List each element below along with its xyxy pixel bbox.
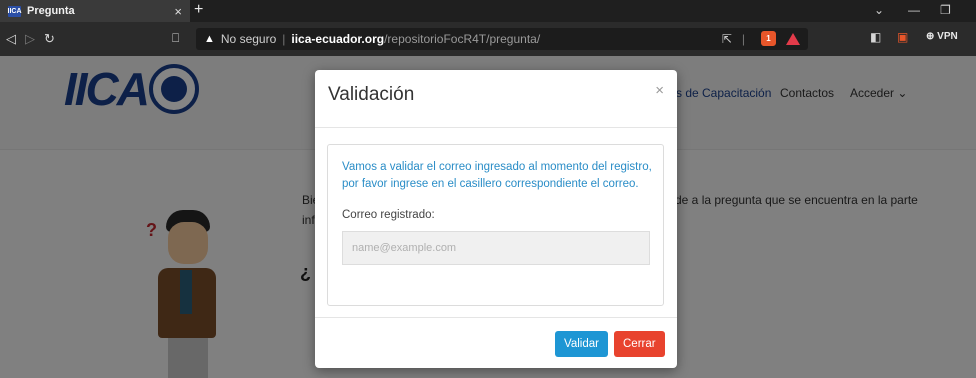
forward-icon[interactable]: ▷ <box>25 31 35 47</box>
sidebar-toggle-icon[interactable]: ◧ <box>870 30 881 44</box>
browser-tab-active[interactable]: IICA Pregunta × <box>0 0 190 22</box>
address-bar-actions: ⇱ | 1 <box>722 31 800 46</box>
page-viewport: IICA s de Capacitación Contactos Acceder… <box>0 56 976 378</box>
warning-triangle-icon: ▲ <box>204 33 215 45</box>
not-secure-label[interactable]: No seguro <box>221 32 276 46</box>
brave-shields-icon[interactable]: 1 <box>761 31 776 46</box>
restore-window-icon[interactable]: ❐ <box>940 3 951 17</box>
tab-strip: IICA Pregunta × + ⌄ — ❐ <box>0 0 976 22</box>
address-separator: | <box>282 32 286 46</box>
back-icon[interactable]: ◁ <box>6 31 16 47</box>
vpn-button[interactable]: ⊕ VPN <box>926 31 958 42</box>
browser-toolbar: ◁ ▷ ↻ ⎕ ▲ No seguro | iica-ecuador.org /… <box>0 22 976 56</box>
email-field-label: Correo registrado: <box>342 209 435 221</box>
tab-search-chevron-icon[interactable]: ⌄ <box>874 3 884 17</box>
iica-favicon-icon: IICA <box>7 5 22 17</box>
bookmark-icon[interactable]: ⎕ <box>172 31 179 46</box>
tab-close-icon[interactable]: × <box>174 4 182 19</box>
url-host[interactable]: iica-ecuador.org <box>291 32 384 46</box>
validation-message: Vamos a validar el correo ingresado al m… <box>342 161 652 190</box>
new-tab-plus-icon[interactable]: + <box>194 2 203 18</box>
minimize-window-icon[interactable]: — <box>908 3 920 17</box>
modal-footer: Validar Cerrar <box>315 317 677 368</box>
close-button[interactable]: Cerrar <box>614 331 665 357</box>
wallet-icon[interactable]: ▣ <box>897 30 908 44</box>
modal-body: Vamos a validar el correo ingresado al m… <box>327 144 664 306</box>
validate-button[interactable]: Validar <box>555 331 608 357</box>
modal-title: Validación <box>328 84 415 105</box>
modal-header: Validación × <box>315 70 677 128</box>
vpn-label: VPN <box>937 31 958 42</box>
url-path[interactable]: /repositorioFocR4T/pregunta/ <box>384 32 540 46</box>
address-actions-separator: | <box>741 31 745 46</box>
share-icon[interactable]: ⇱ <box>722 32 732 46</box>
email-field[interactable] <box>342 231 650 265</box>
reload-icon[interactable]: ↻ <box>44 31 55 47</box>
address-bar[interactable]: ▲ No seguro | iica-ecuador.org /reposito… <box>196 28 808 50</box>
modal-close-icon[interactable]: × <box>655 82 664 99</box>
tab-title: Pregunta <box>27 5 75 17</box>
brave-rewards-icon[interactable] <box>786 32 800 45</box>
validation-modal: Validación × Vamos a validar el correo i… <box>315 70 677 368</box>
